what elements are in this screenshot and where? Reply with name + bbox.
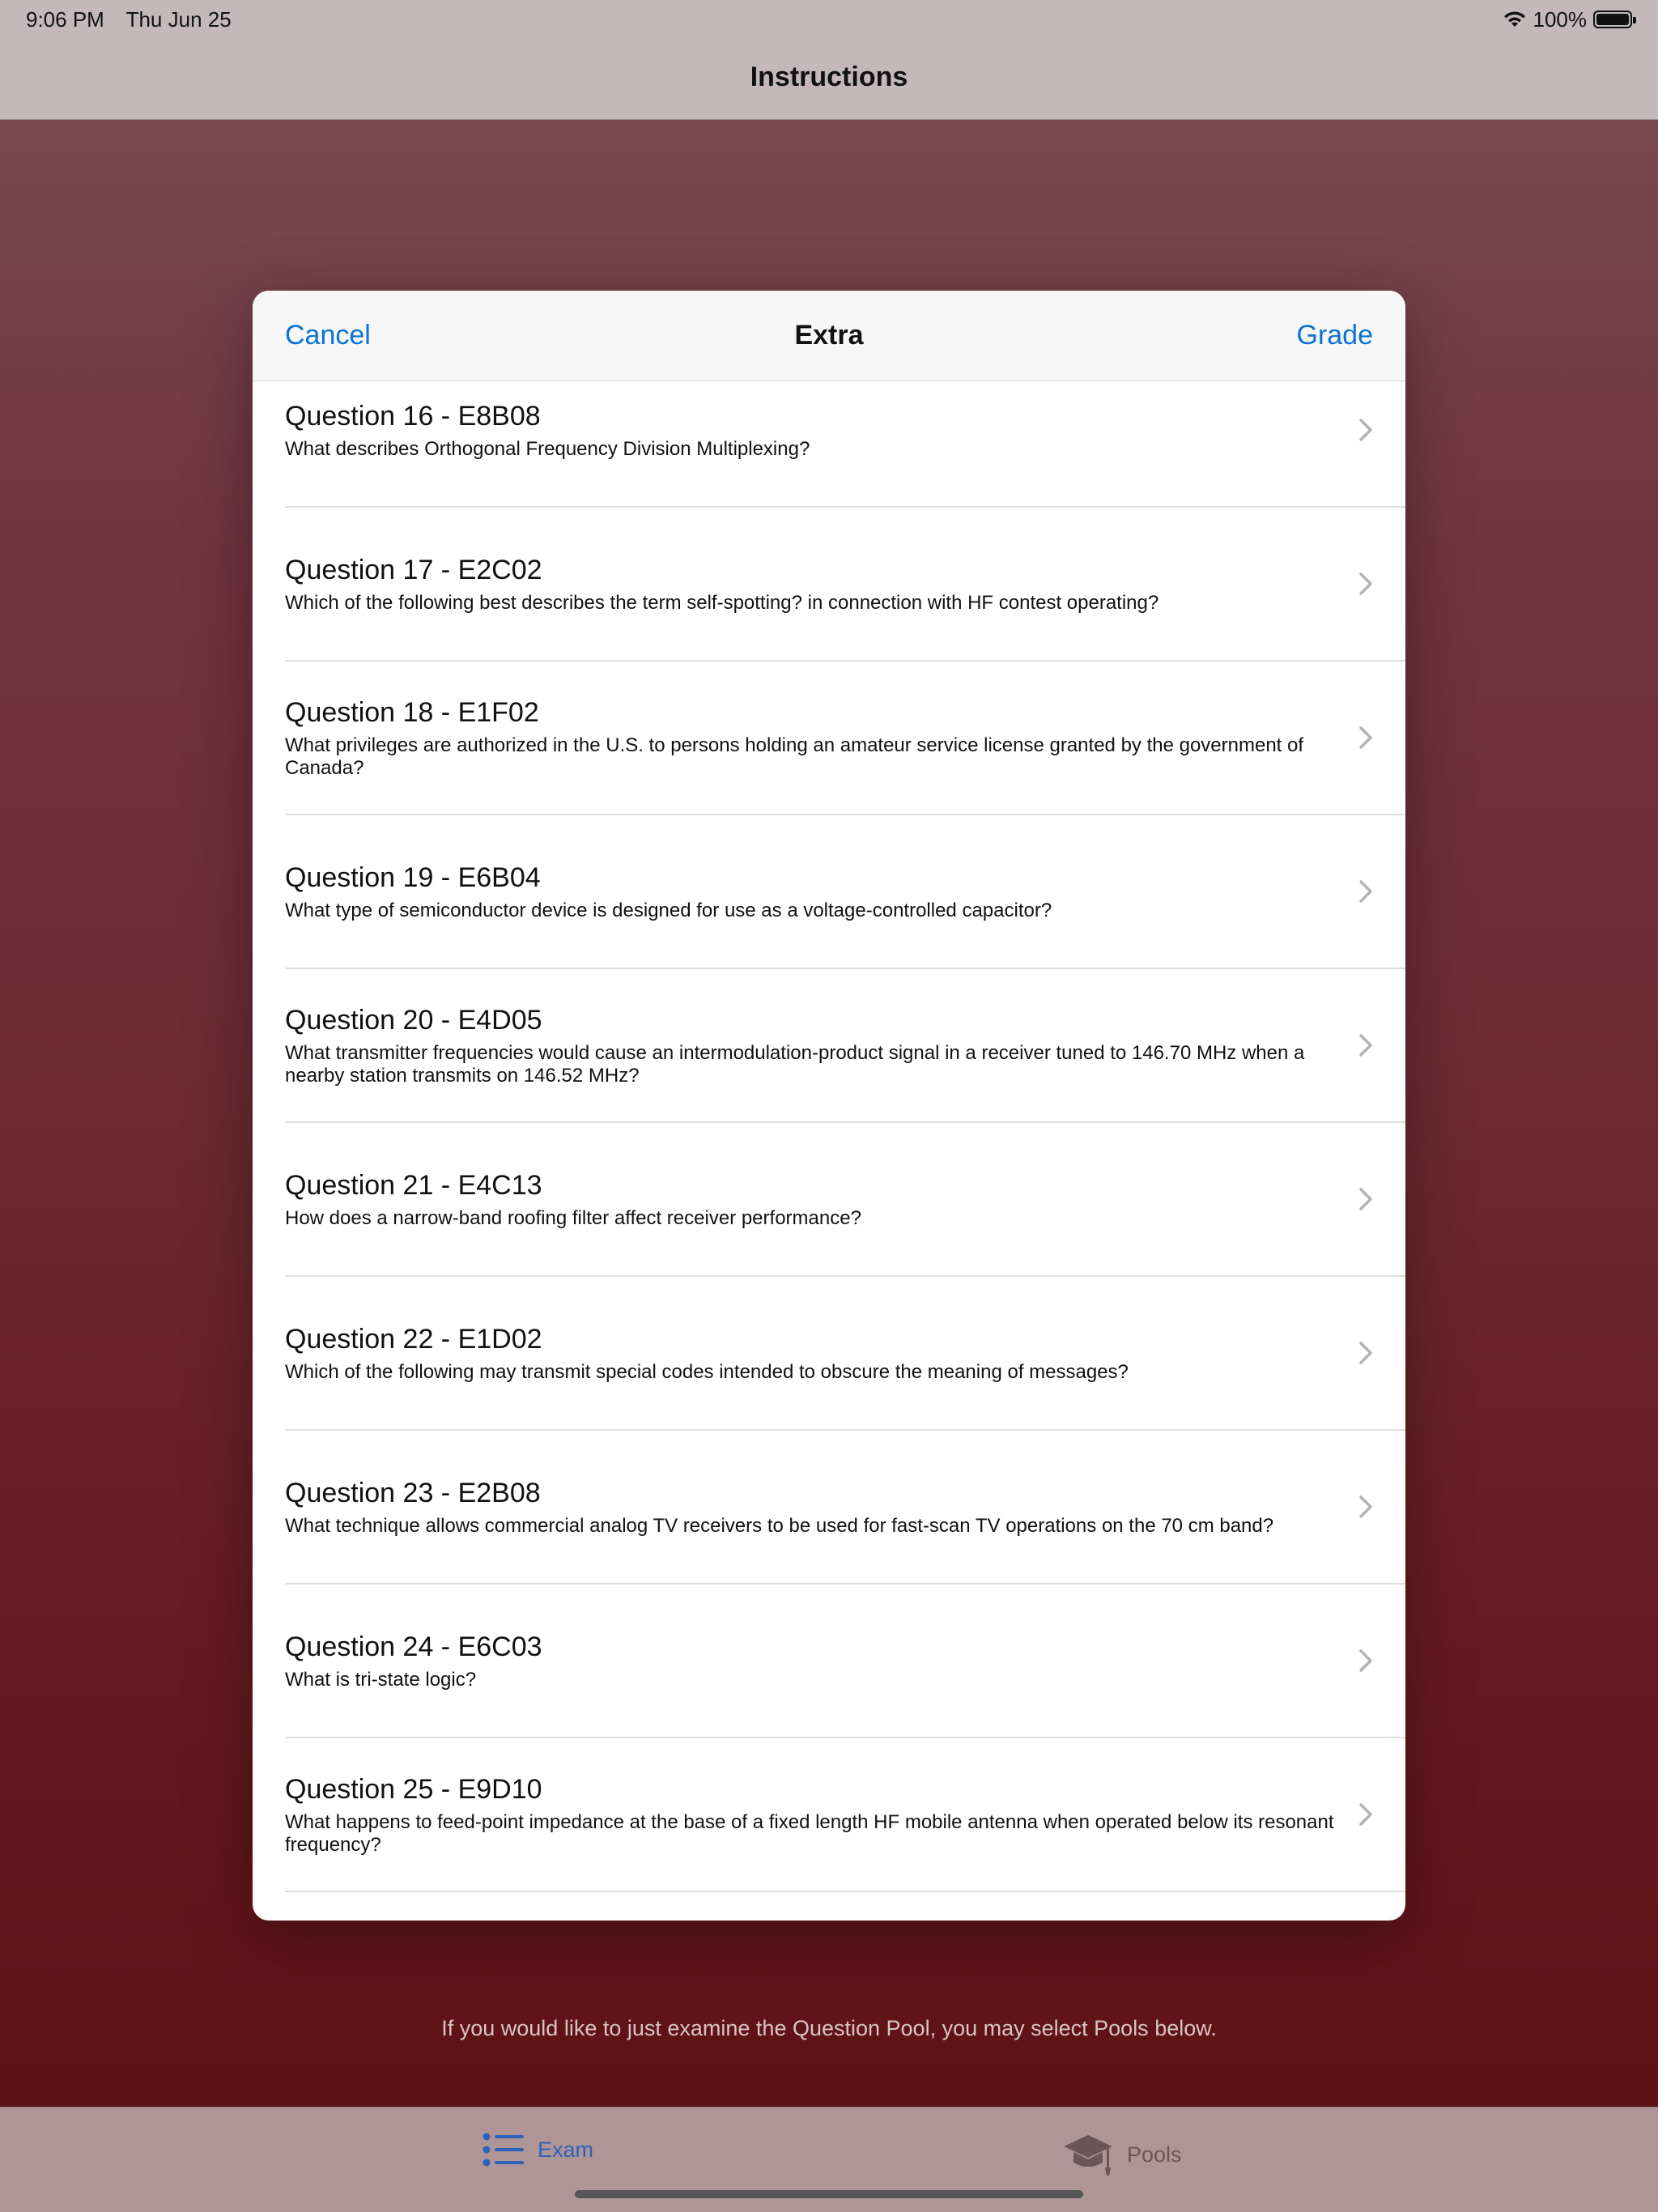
- question-text: Which of the following may transmit spec…: [285, 1361, 1129, 1383]
- question-row[interactable]: Question 20 - E4D05 What transmitter fre…: [285, 969, 1405, 1123]
- question-list-modal: Cancel Extra Grade Question 16 - E8B08 W…: [253, 291, 1405, 1921]
- chevron-right-icon: [1359, 1342, 1372, 1364]
- list-icon: [483, 2133, 524, 2167]
- question-content: Question 25 - E9D10 What happens to feed…: [285, 1772, 1341, 1857]
- question-row[interactable]: Question 24 - E6C03 What is tri-state lo…: [285, 1585, 1405, 1738]
- status-right: 100%: [1503, 6, 1636, 32]
- question-text: Which of the following best describes th…: [285, 592, 1159, 614]
- chevron-right-icon: [1359, 1803, 1372, 1826]
- chevron-right-icon: [1359, 880, 1372, 903]
- question-text: What describes Orthogonal Frequency Divi…: [285, 438, 810, 460]
- question-title: Question 21 - E4C13: [285, 1170, 542, 1201]
- question-title: Question 22 - E1D02: [285, 1324, 542, 1355]
- question-list[interactable]: Question 16 - E8B08 What describes Ortho…: [253, 381, 1405, 1921]
- question-title: Question 25 - E9D10: [285, 1774, 542, 1805]
- question-text: How does a narrow-band roofing filter af…: [285, 1207, 861, 1229]
- cancel-button[interactable]: Cancel: [285, 320, 371, 351]
- question-row[interactable]: Question 19 - E6B04 What type of semicon…: [285, 815, 1405, 969]
- tab-exam-label: Exam: [538, 2137, 594, 2162]
- question-content: Question 22 - E1D02 Which of the followi…: [285, 1322, 1341, 1384]
- status-date: Thu Jun 25: [125, 6, 232, 32]
- question-content: Question 19 - E6B04 What type of semicon…: [285, 861, 1341, 922]
- chevron-right-icon: [1359, 1649, 1372, 1672]
- status-time: 9:06 PM: [26, 6, 104, 32]
- modal-title: Extra: [794, 320, 864, 351]
- question-content: Question 23 - E2B08 What technique allow…: [285, 1476, 1341, 1538]
- tab-pools[interactable]: Pools: [1062, 2132, 1182, 2177]
- question-title: Question 17 - E2C02: [285, 555, 542, 585]
- modal-header: Cancel Extra Grade: [253, 291, 1405, 381]
- question-text: What transmitter frequencies would cause…: [285, 1042, 1305, 1087]
- wifi-icon: [1503, 11, 1525, 27]
- question-title: Question 18 - E1F02: [285, 697, 539, 728]
- chevron-right-icon: [1359, 1188, 1372, 1210]
- question-title: Question 16 - E8B08: [285, 401, 541, 432]
- question-content: Question 20 - E4D05 What transmitter fre…: [285, 1003, 1341, 1087]
- question-row[interactable]: Question 21 - E4C13 How does a narrow-ba…: [285, 1123, 1405, 1277]
- home-indicator: [575, 2190, 1083, 2198]
- question-content: Question 18 - E1F02 What privileges are …: [285, 696, 1341, 780]
- question-title: Question 23 - E2B08: [285, 1478, 541, 1508]
- status-bar: 9:06 PM Thu Jun 25 100%: [0, 0, 1658, 39]
- question-content: Question 17 - E2C02 Which of the followi…: [285, 553, 1341, 615]
- question-row[interactable]: Question 22 - E1D02 Which of the followi…: [285, 1277, 1405, 1431]
- pool-info-text: If you would like to just examine the Qu…: [441, 2016, 1217, 2040]
- status-left: 9:06 PM Thu Jun 25: [26, 7, 248, 32]
- question-title: Question 20 - E4D05: [285, 1005, 542, 1036]
- nav-title: Instructions: [750, 62, 908, 92]
- question-title: Question 19 - E6B04: [285, 862, 541, 893]
- question-content: Question 16 - E8B08 What describes Ortho…: [285, 399, 1341, 461]
- tab-pools-label: Pools: [1127, 2142, 1182, 2167]
- grade-button[interactable]: Grade: [1297, 320, 1374, 351]
- chevron-right-icon: [1359, 419, 1372, 441]
- question-text: What privileges are authorized in the U.…: [285, 734, 1304, 779]
- question-text: What technique allows commercial analog …: [285, 1515, 1274, 1537]
- chevron-right-icon: [1359, 1495, 1372, 1518]
- question-text: What happens to feed-point impedance at …: [285, 1811, 1334, 1856]
- chevron-right-icon: [1359, 1034, 1372, 1057]
- question-content: Question 21 - E4C13 How does a narrow-ba…: [285, 1168, 1341, 1230]
- question-row[interactable]: Question 23 - E2B08 What technique allow…: [285, 1431, 1405, 1585]
- question-text: What type of semiconductor device is des…: [285, 900, 1052, 921]
- chevron-right-icon: [1359, 726, 1372, 749]
- question-row[interactable]: Question 25 - E9D10 What happens to feed…: [285, 1738, 1405, 1892]
- tab-exam[interactable]: Exam: [483, 2132, 593, 2167]
- question-row[interactable]: Question 17 - E2C02 Which of the followi…: [285, 508, 1405, 661]
- question-title: Question 24 - E6C03: [285, 1631, 542, 1662]
- question-content: Question 24 - E6C03 What is tri-state lo…: [285, 1630, 1341, 1691]
- question-row[interactable]: Question 16 - E8B08 What describes Ortho…: [285, 381, 1405, 508]
- question-row[interactable]: Question 18 - E1F02 What privileges are …: [285, 661, 1405, 815]
- battery-percent: 100%: [1533, 6, 1588, 32]
- question-text: What is tri-state logic?: [285, 1669, 477, 1691]
- chevron-right-icon: [1359, 572, 1372, 595]
- battery-icon: [1593, 11, 1636, 28]
- graduation-cap-icon: [1064, 2135, 1112, 2176]
